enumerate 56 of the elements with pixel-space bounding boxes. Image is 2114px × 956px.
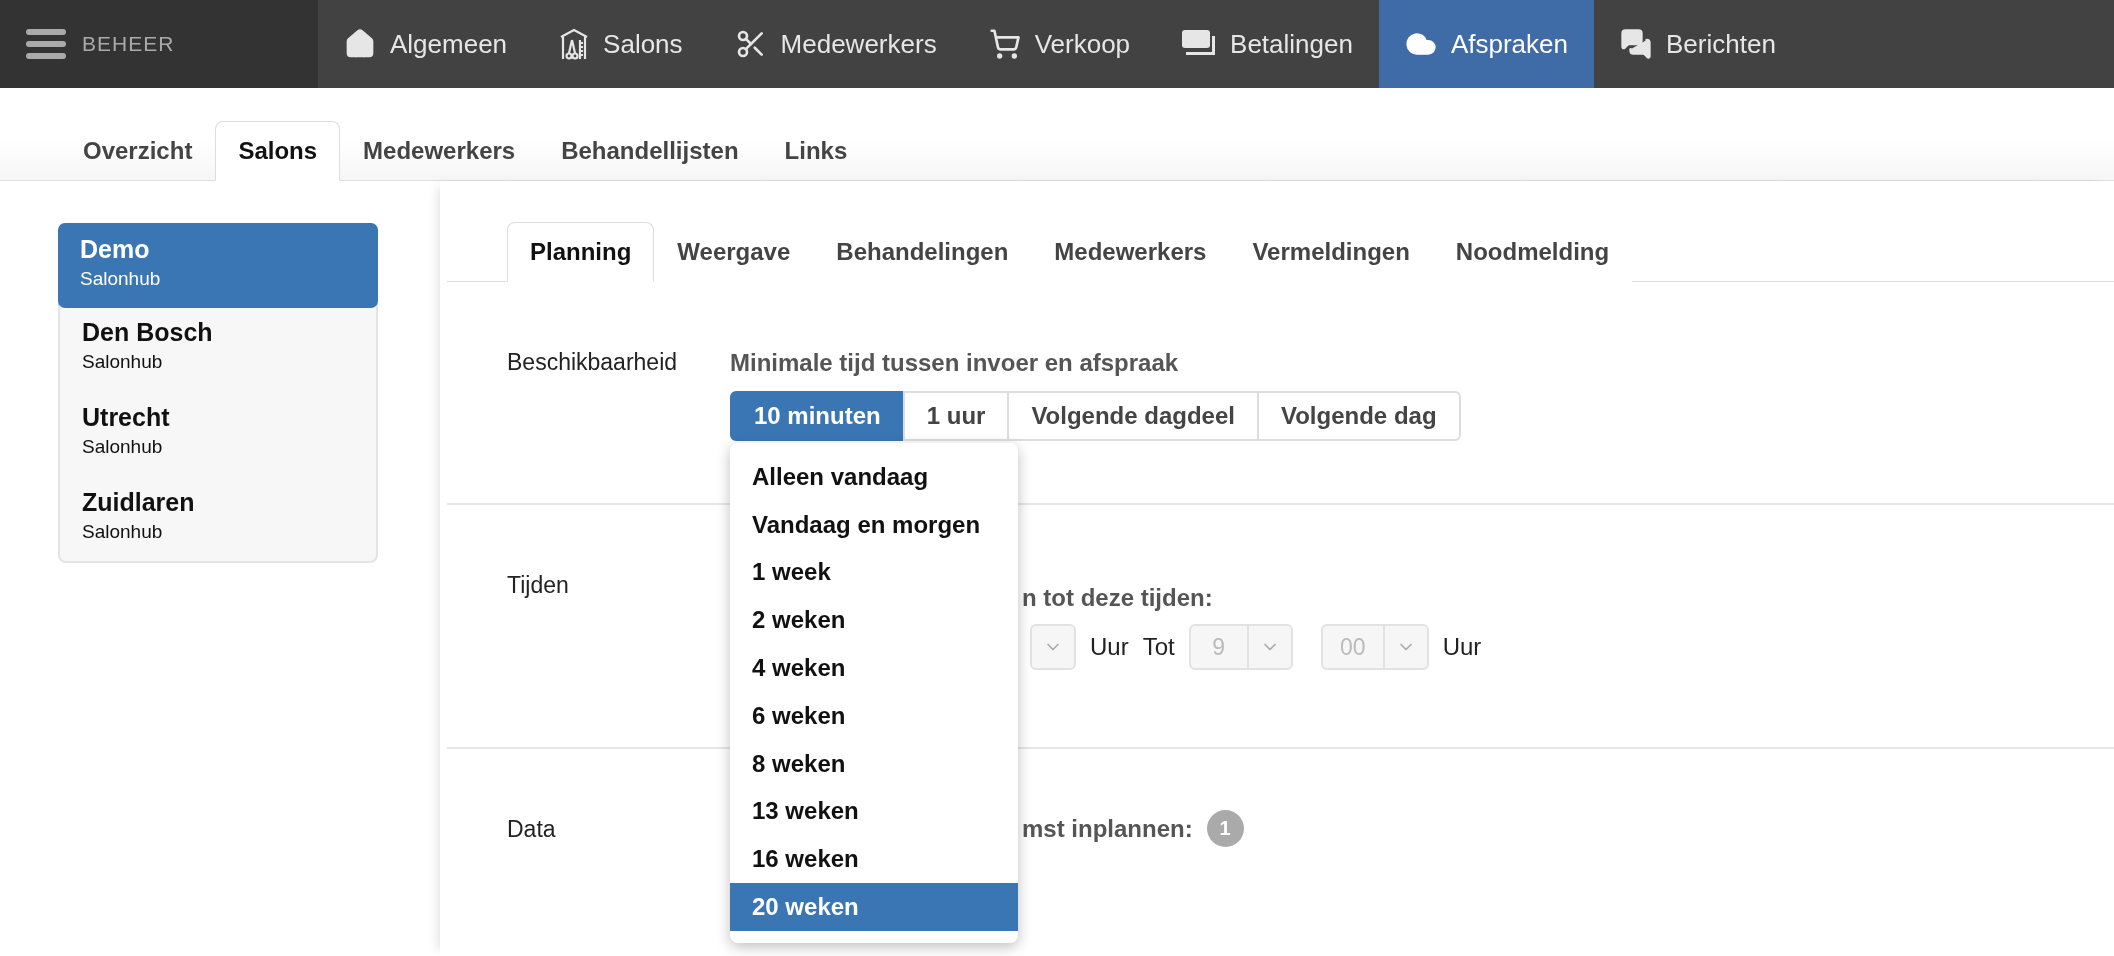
menu-item[interactable]: 2 weken bbox=[730, 596, 1018, 645]
row-label: Tijden bbox=[507, 572, 570, 599]
menu-icon[interactable] bbox=[26, 29, 66, 59]
menu-item[interactable]: Vandaag en morgen bbox=[730, 500, 1018, 549]
sub-tab[interactable]: Overzicht bbox=[60, 121, 216, 181]
nav-item[interactable]: Berichten bbox=[1594, 0, 1802, 88]
row-label: Beschikbaarheid bbox=[507, 349, 679, 376]
comb-scissors-icon bbox=[559, 28, 590, 60]
menu-item[interactable]: 16 weken bbox=[730, 835, 1018, 884]
option-button[interactable]: Volgende dagdeel bbox=[1007, 391, 1259, 441]
prompt-text: mst inplannen: bbox=[1022, 814, 1193, 843]
chat-bubbles-icon bbox=[1620, 28, 1652, 60]
salon-item[interactable]: Demo Salonhub bbox=[58, 223, 378, 308]
nav-item[interactable]: Verkoop bbox=[962, 0, 1157, 88]
option-button[interactable]: 10 minuten bbox=[730, 391, 905, 441]
menu-item[interactable]: 8 weken bbox=[730, 739, 1018, 788]
salon-subtitle: Salonhub bbox=[82, 351, 164, 373]
menu-item[interactable]: 6 weken bbox=[730, 692, 1018, 740]
salon-item[interactable]: Zuidlaren Salonhub bbox=[60, 476, 376, 561]
sub-tab[interactable]: Medewerkers bbox=[340, 121, 539, 181]
unit-text: Uur bbox=[1442, 633, 1482, 661]
nav-item[interactable]: Algemeen bbox=[318, 0, 534, 88]
nav-item[interactable]: Afspraken bbox=[1378, 0, 1594, 88]
section-tab[interactable]: Planning bbox=[507, 222, 655, 282]
nav-item[interactable]: Betalingen bbox=[1156, 0, 1379, 88]
menu-item[interactable]: 4 weken bbox=[730, 644, 1018, 692]
salon-name: Den Bosch bbox=[82, 318, 214, 347]
salon-name: Utrecht bbox=[82, 403, 171, 432]
salon-item[interactable]: Utrecht Salonhub bbox=[60, 391, 376, 476]
salon-name: Zuidlaren bbox=[82, 488, 196, 517]
menu-item[interactable]: 1 week bbox=[730, 548, 1018, 597]
menu-item[interactable]: 20 weken bbox=[730, 883, 1018, 931]
salon-item[interactable]: Den Bosch Salonhub bbox=[60, 306, 376, 391]
row-label: Data bbox=[507, 816, 557, 843]
nav-item[interactable]: Salons bbox=[533, 0, 709, 88]
sub-tab[interactable]: Salons bbox=[215, 121, 341, 181]
prompt-text: n tot deze tijden: bbox=[1022, 584, 1213, 612]
menu-item[interactable]: 13 weken bbox=[730, 787, 1018, 836]
menu-item[interactable]: Alleen vandaag bbox=[730, 453, 1018, 501]
sub-tab[interactable]: Links bbox=[761, 121, 871, 181]
cart-icon bbox=[988, 28, 1021, 60]
option-button[interactable]: 1 uur bbox=[902, 391, 1010, 441]
app-title: BEHEER bbox=[82, 32, 175, 56]
option-button[interactable]: Volgende dag bbox=[1257, 391, 1461, 441]
unit-text: Uur bbox=[1090, 633, 1129, 661]
salon-subtitle: Salonhub bbox=[82, 521, 164, 543]
home-icon bbox=[344, 28, 376, 60]
salon-name: Demo bbox=[80, 235, 151, 264]
sub-tab[interactable]: Behandellijsten bbox=[538, 121, 762, 181]
nav-item[interactable]: Medewerkers bbox=[708, 0, 963, 88]
count-badge: 1 bbox=[1206, 810, 1244, 847]
question-text: Minimale tijd tussen invoer en afspraak bbox=[730, 349, 1179, 377]
cards-icon bbox=[1182, 30, 1217, 58]
salon-subtitle: Salonhub bbox=[82, 436, 164, 458]
salon-subtitle: Salonhub bbox=[80, 268, 162, 290]
to-label: Tot bbox=[1142, 633, 1175, 661]
